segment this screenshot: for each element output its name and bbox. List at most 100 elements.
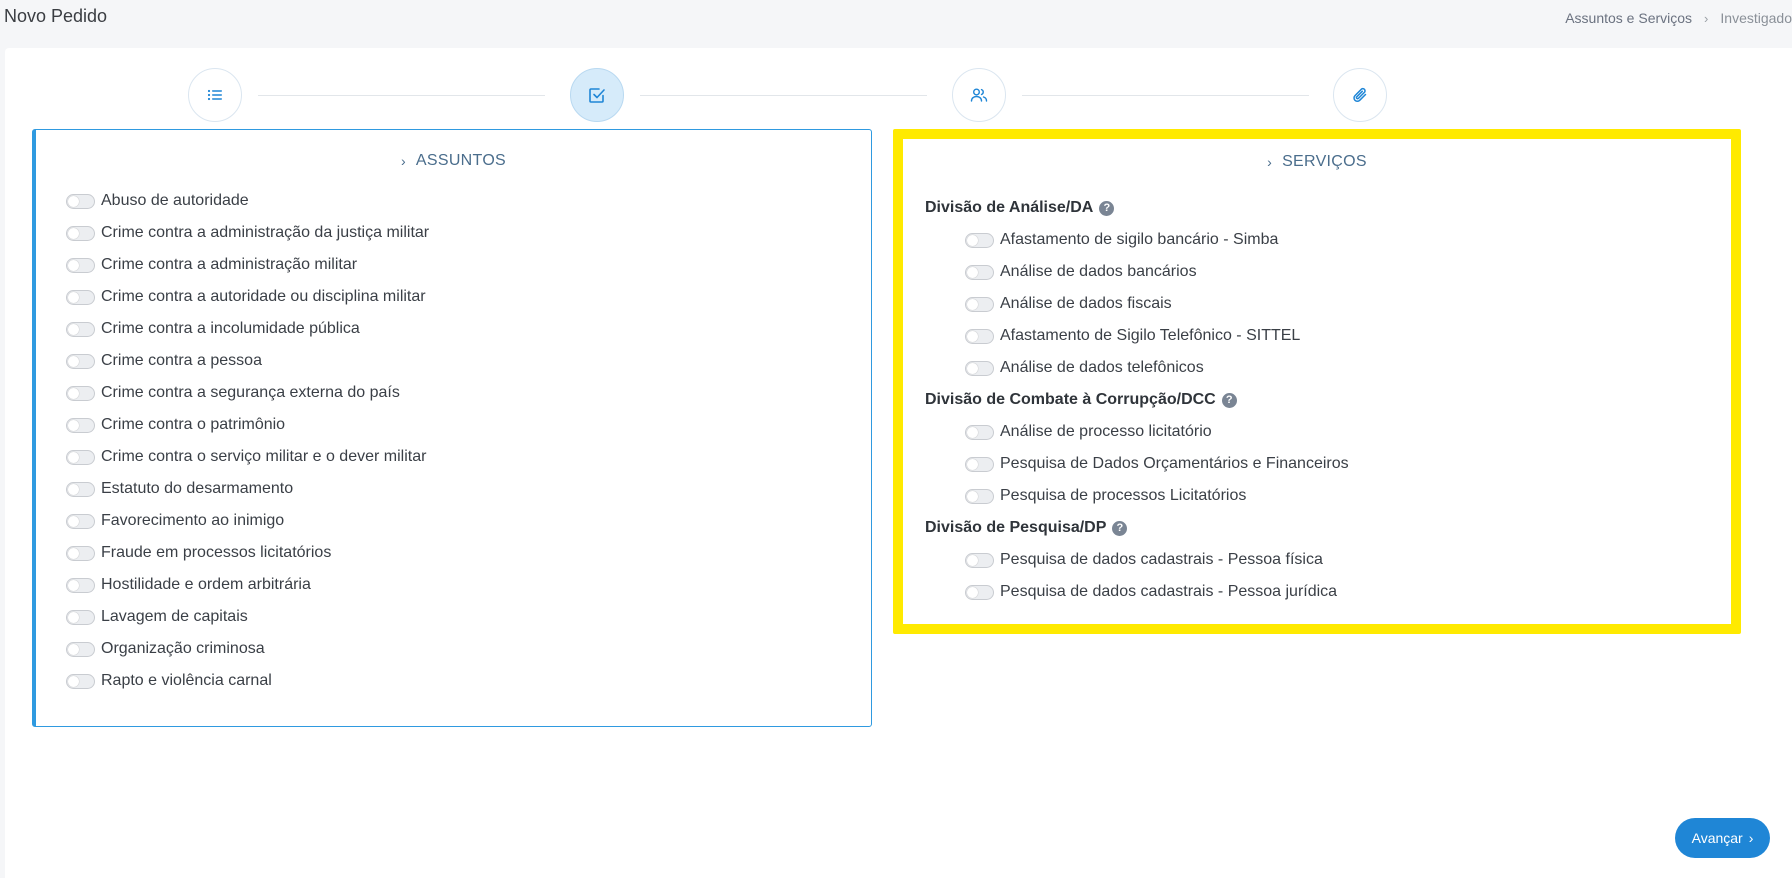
toggle-switch[interactable] — [66, 577, 95, 593]
toggle-switch[interactable] — [66, 641, 95, 657]
toggle-switch[interactable] — [965, 360, 994, 376]
assunto-label: Crime contra a segurança externa do país — [101, 384, 400, 401]
service-list: Pesquisa de dados cadastrais - Pessoa fí… — [925, 544, 1349, 608]
assunto-label: Estatuto do desarmamento — [101, 480, 294, 497]
group-name: Divisão de Pesquisa/DP — [925, 519, 1107, 536]
toggle-switch[interactable] — [965, 232, 994, 248]
list-item: Organização criminosa — [66, 633, 429, 665]
toggle-switch[interactable] — [965, 584, 994, 600]
assuntos-list: Abuso de autoridade Crime contra a admin… — [66, 185, 429, 697]
chevron-right-icon: › — [1267, 154, 1273, 170]
servicos-panel-title[interactable]: › SERVIÇOS — [903, 151, 1731, 173]
servicos-panel: › SERVIÇOS Divisão de Análise/DA ? Afast… — [893, 129, 1741, 634]
toggle-switch[interactable] — [66, 385, 95, 401]
group-name: Divisão de Análise/DA — [925, 199, 1094, 216]
next-button-label: Avançar — [1691, 830, 1743, 846]
toggle-switch[interactable] — [66, 225, 95, 241]
users-icon — [970, 88, 988, 102]
breadcrumb-item-investigado: Investigado — [1720, 10, 1792, 26]
help-icon[interactable]: ? — [1099, 200, 1115, 216]
toggle-switch[interactable] — [66, 257, 95, 273]
breadcrumb: Assuntos e Serviços › Investigado — [1565, 10, 1792, 26]
assunto-label: Abuso de autoridade — [101, 192, 249, 209]
assunto-label: Fraude em processos licitatórios — [101, 544, 332, 561]
service-group-dp: Divisão de Pesquisa/DP ? Pesquisa de dad… — [925, 512, 1349, 608]
list-item: Análise de dados telefônicos — [965, 352, 1349, 384]
list-item: Afastamento de sigilo bancário - Simba — [965, 224, 1349, 256]
assunto-label: Crime contra a pessoa — [101, 352, 262, 369]
help-icon[interactable]: ? — [1112, 520, 1128, 536]
list-item: Abuso de autoridade — [66, 185, 429, 217]
assunto-label: Crime contra a administração militar — [101, 256, 358, 273]
list-item: Hostilidade e ordem arbitrária — [66, 569, 429, 601]
list-item: Crime contra a administração militar — [66, 249, 429, 281]
list-item: Afastamento de Sigilo Telefônico - SITTE… — [965, 320, 1349, 352]
toggle-switch[interactable] — [965, 424, 994, 440]
toggle-switch[interactable] — [66, 289, 95, 305]
step-list[interactable] — [188, 68, 242, 122]
list-item: Favorecimento ao inimigo — [66, 505, 429, 537]
breadcrumb-item-assuntos-servicos[interactable]: Assuntos e Serviços — [1565, 10, 1692, 26]
list-item: Pesquisa de processos Licitatórios — [965, 480, 1349, 512]
toggle-switch[interactable] — [66, 321, 95, 337]
toggle-switch[interactable] — [66, 513, 95, 529]
assunto-label: Crime contra o patrimônio — [101, 416, 286, 433]
service-label: Pesquisa de Dados Orçamentários e Financ… — [1000, 455, 1349, 472]
stepper-connector — [258, 95, 545, 96]
toggle-switch[interactable] — [66, 609, 95, 625]
service-label: Análise de dados fiscais — [1000, 295, 1172, 312]
service-list: Análise de processo licitatório Pesquisa… — [925, 416, 1349, 512]
toggle-switch[interactable] — [965, 552, 994, 568]
wizard-stepper — [5, 68, 1792, 126]
service-group-title: Divisão de Combate à Corrupção/DCC ? — [925, 384, 1349, 416]
next-button[interactable]: Avançar › — [1675, 818, 1770, 858]
step-investigated[interactable] — [952, 68, 1006, 122]
help-icon[interactable]: ? — [1221, 392, 1237, 408]
toggle-switch[interactable] — [965, 456, 994, 472]
assunto-label: Organização criminosa — [101, 640, 265, 657]
assunto-label: Lavagem de capitais — [101, 608, 248, 625]
service-list: Afastamento de sigilo bancário - Simba A… — [925, 224, 1349, 384]
list-item: Lavagem de capitais — [66, 601, 429, 633]
assunto-label: Hostilidade e ordem arbitrária — [101, 576, 311, 593]
list-item: Pesquisa de dados cadastrais - Pessoa ju… — [965, 576, 1349, 608]
toggle-switch[interactable] — [66, 449, 95, 465]
assunto-label: Crime contra o serviço militar e o dever… — [101, 448, 427, 465]
assuntos-title-label: ASSUNTOS — [415, 152, 507, 169]
toggle-switch[interactable] — [66, 193, 95, 209]
assuntos-panel-title[interactable]: › ASSUNTOS — [36, 150, 871, 172]
service-label: Pesquisa de dados cadastrais - Pessoa ju… — [1000, 583, 1338, 600]
toggle-switch[interactable] — [965, 296, 994, 312]
list-icon — [207, 89, 222, 101]
servicos-groups: Divisão de Análise/DA ? Afastamento de s… — [925, 192, 1349, 608]
service-label: Análise de dados bancários — [1000, 263, 1197, 280]
list-item: Análise de dados bancários — [965, 256, 1349, 288]
toggle-switch[interactable] — [66, 673, 95, 689]
toggle-switch[interactable] — [965, 328, 994, 344]
list-item: Estatuto do desarmamento — [66, 473, 429, 505]
step-attachments[interactable] — [1333, 68, 1387, 122]
toggle-switch[interactable] — [66, 417, 95, 433]
toggle-switch[interactable] — [965, 264, 994, 280]
checkbox-icon — [589, 88, 605, 103]
toggle-switch[interactable] — [66, 481, 95, 497]
toggle-switch[interactable] — [965, 488, 994, 504]
service-label: Análise de dados telefônicos — [1000, 359, 1204, 376]
service-group-dcc: Divisão de Combate à Corrupção/DCC ? Aná… — [925, 384, 1349, 512]
service-label: Afastamento de Sigilo Telefônico - SITTE… — [1000, 327, 1301, 344]
stepper-connector — [1022, 95, 1309, 96]
assunto-label: Crime contra a administração da justiça … — [101, 224, 430, 241]
toggle-switch[interactable] — [66, 545, 95, 561]
service-label: Análise de processo licitatório — [1000, 423, 1212, 440]
step-subjects[interactable] — [570, 68, 624, 122]
assuntos-panel: › ASSUNTOS Abuso de autoridade Crime con… — [32, 129, 872, 727]
toggle-switch[interactable] — [66, 353, 95, 369]
paperclip-icon — [1353, 87, 1367, 102]
service-group-title: Divisão de Análise/DA ? — [925, 192, 1349, 224]
list-item: Crime contra a incolumidade pública — [66, 313, 429, 345]
breadcrumb-separator-icon: › — [1704, 10, 1709, 26]
list-item: Crime contra a segurança externa do país — [66, 377, 429, 409]
list-item: Crime contra a autoridade ou disciplina … — [66, 281, 429, 313]
assunto-label: Crime contra a incolumidade pública — [101, 320, 360, 337]
list-item: Crime contra a administração da justiça … — [66, 217, 429, 249]
